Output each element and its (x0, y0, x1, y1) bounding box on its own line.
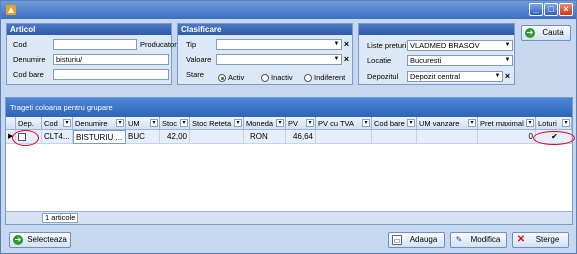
col-header-dep[interactable]: Dep. (16, 117, 42, 130)
depozitul-label: Depozitul (367, 72, 399, 81)
adauga-label: Adauga (409, 235, 438, 244)
minimize-button[interactable]: _ (529, 3, 543, 16)
valoare-label: Valoare (186, 55, 212, 64)
title-bar: _ □ × (1, 1, 576, 19)
locatie-select[interactable]: Bucuresti ▼ (407, 55, 513, 66)
delete-x-icon: ✕ (516, 234, 526, 245)
close-button[interactable]: × (559, 3, 573, 16)
modifica-label: Modifica (470, 235, 501, 244)
denumire-label: Denumire (13, 55, 46, 64)
app-logo-icon (6, 5, 16, 15)
depozitul-select[interactable]: Depozit central ▼ (407, 71, 503, 82)
stare-label: Stare (186, 70, 204, 79)
producator-label: Producator (140, 40, 177, 49)
col-header-um[interactable]: UM ▾ (126, 117, 160, 130)
tip-label: Tip (186, 40, 197, 49)
highlight-circle-loturi (533, 131, 575, 145)
chevron-down-icon: ▼ (333, 56, 340, 62)
stare-indiferent-radio[interactable] (304, 74, 312, 82)
locatie-group: Liste preturi VLADMED BRASOV ▼ Locatie Bu… (358, 23, 515, 85)
group-by-bar[interactable]: Trageti coloana pentru grupare (6, 98, 572, 117)
clasificare-group: Clasificare Tip ▼ × Valoare ▼ × Stare Ac… (177, 23, 353, 85)
highlight-circle-dep (12, 130, 39, 146)
edit-pencil-icon: ✎ (455, 235, 463, 244)
col-header-stoc-reteta[interactable]: Stoc Reteta ▾ (190, 117, 244, 130)
chevron-down-icon: ▼ (494, 73, 501, 79)
cauta-button[interactable]: ➔ Cauta (521, 25, 571, 41)
chevron-down-icon: ▼ (504, 42, 511, 48)
modifica-button[interactable]: ✎ Modifica (450, 232, 507, 248)
chevron-down-icon: ▼ (504, 57, 511, 63)
col-header-pv-tva[interactable]: PV cu TVA ▾ (316, 117, 372, 130)
selecteaza-button[interactable]: ➔ Selecteaza (9, 232, 71, 248)
main-window: _ □ × Articol Cod Producator Denumire bi… (0, 0, 577, 254)
clasificare-group-title: Clasificare (178, 24, 352, 35)
cell-pv-tva (316, 130, 372, 144)
col-header-loturi[interactable]: Loturi ▾ (536, 117, 572, 130)
cell-cod-bare (372, 130, 417, 144)
maximize-button[interactable]: □ (544, 3, 558, 16)
cell-cod: CLT4... (42, 130, 73, 144)
selecteaza-label: Selecteaza (27, 235, 67, 244)
grid-status-bar: 1 articole (6, 211, 572, 224)
cod-bare-input[interactable] (53, 69, 169, 80)
cell-pv: 46,64 (286, 130, 316, 144)
chevron-down-icon: ▼ (333, 41, 340, 47)
cell-pret-maximal: 0 (478, 130, 536, 144)
cell-um: BUC (126, 130, 160, 144)
tip-clear-button[interactable]: × (342, 39, 351, 50)
arrow-right-icon: ➔ (13, 235, 23, 245)
cod-label: Cod (13, 40, 27, 49)
articol-group: Articol Cod Producator Denumire bisturiu… (6, 23, 177, 85)
col-header-pv[interactable]: PV ▾ (286, 117, 316, 130)
table-row[interactable]: ▶ CLT4... BISTURIU ... BUC 42,00 RON 46,… (6, 130, 572, 144)
cell-stoc-reteta (190, 130, 244, 144)
sterge-label: Sterge (535, 235, 560, 244)
cell-moneda: RON (244, 130, 286, 144)
stare-activ-label: Activ (228, 73, 245, 82)
stare-inactiv-radio[interactable] (261, 74, 269, 82)
col-header-cod-bare[interactable]: Cod bare ▾ (372, 117, 417, 130)
stare-activ-radio[interactable] (218, 74, 226, 82)
valoare-clear-button[interactable]: × (342, 54, 351, 65)
col-header-stoc[interactable]: Stoc ▾ (160, 117, 190, 130)
articol-group-title: Articol (7, 24, 171, 35)
grid-header: Dep. Cod ▾ Denumire ▾ UM ▾ Stoc ▾ Stoc Retet… (6, 117, 572, 130)
col-header-cod[interactable]: Cod ▾ (42, 117, 73, 130)
cod-input[interactable] (53, 39, 137, 50)
new-document-icon: ▭ (392, 235, 402, 245)
cauta-button-label: Cauta (542, 28, 564, 37)
depozitul-clear-button[interactable]: × (503, 71, 512, 82)
search-arrow-icon: ➔ (525, 28, 535, 38)
col-header-denumire[interactable]: Denumire ▾ (73, 117, 126, 130)
stare-indiferent-label: Indiferent (314, 73, 346, 82)
tip-select[interactable]: ▼ (216, 39, 342, 50)
row-indicator-header (6, 117, 16, 130)
locatie-group-title (359, 24, 514, 35)
liste-preturi-select[interactable]: VLADMED BRASOV ▼ (407, 40, 513, 51)
cell-stoc: 42,00 (160, 130, 190, 144)
cod-bare-label: Cod bare (13, 70, 44, 79)
adauga-button[interactable]: ▭ Adauga (388, 232, 445, 248)
article-count: 1 articole (42, 213, 79, 223)
denumire-input[interactable]: bisturiu/ (53, 54, 169, 65)
locatie-label: Locatie (367, 56, 392, 65)
cell-denumire[interactable]: BISTURIU ... (73, 130, 126, 144)
stare-inactiv-label: Inactiv (271, 73, 293, 82)
col-header-moneda[interactable]: Moneda ▾ (244, 117, 286, 130)
col-header-pret-maximal[interactable]: Pret maximal ▾ (478, 117, 536, 130)
liste-preturi-label: Liste preturi (367, 41, 407, 50)
sterge-button[interactable]: ✕ Sterge (512, 232, 569, 248)
articles-grid: Trageti coloana pentru grupare Dep. Cod ▾… (5, 97, 575, 225)
cell-um-vanzare (417, 130, 478, 144)
col-header-um-vanzare[interactable]: UM vanzare ▾ (417, 117, 478, 130)
valoare-select[interactable]: ▼ (216, 54, 342, 65)
